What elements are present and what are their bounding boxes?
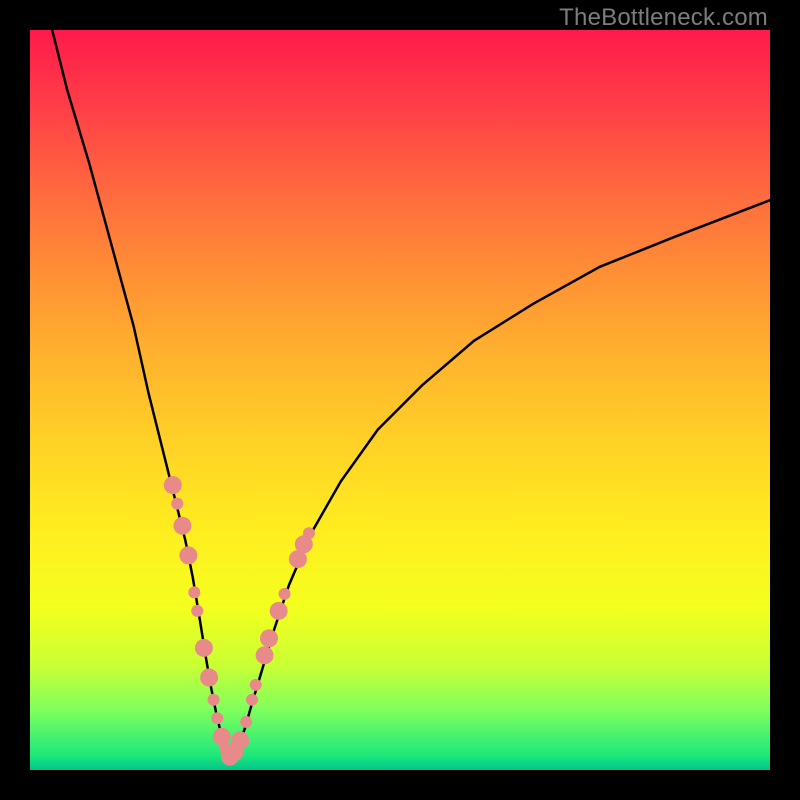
chart-marker [191,605,203,617]
chart-marker [231,731,249,749]
chart-marker [240,716,252,728]
chart-marker [171,498,183,510]
watermark-text: TheBottleneck.com [559,4,768,32]
chart-marker [208,694,220,706]
chart-marker [200,669,218,687]
chart-marker [173,517,191,535]
curve-right-branch [230,200,770,756]
chart-frame: TheBottleneck.com [0,0,800,800]
chart-marker [250,679,262,691]
chart-marker [303,527,315,539]
chart-marker [188,586,200,598]
chart-marker [195,639,213,657]
chart-markers [164,476,315,766]
chart-marker [179,546,197,564]
chart-marker [213,728,231,746]
chart-marker [256,646,274,664]
chart-marker [270,602,288,620]
chart-svg [30,30,770,770]
chart-plot-area [30,30,770,770]
chart-marker [246,694,258,706]
chart-marker [260,629,278,647]
chart-marker [164,476,182,494]
chart-marker [279,588,291,600]
chart-marker [211,712,223,724]
